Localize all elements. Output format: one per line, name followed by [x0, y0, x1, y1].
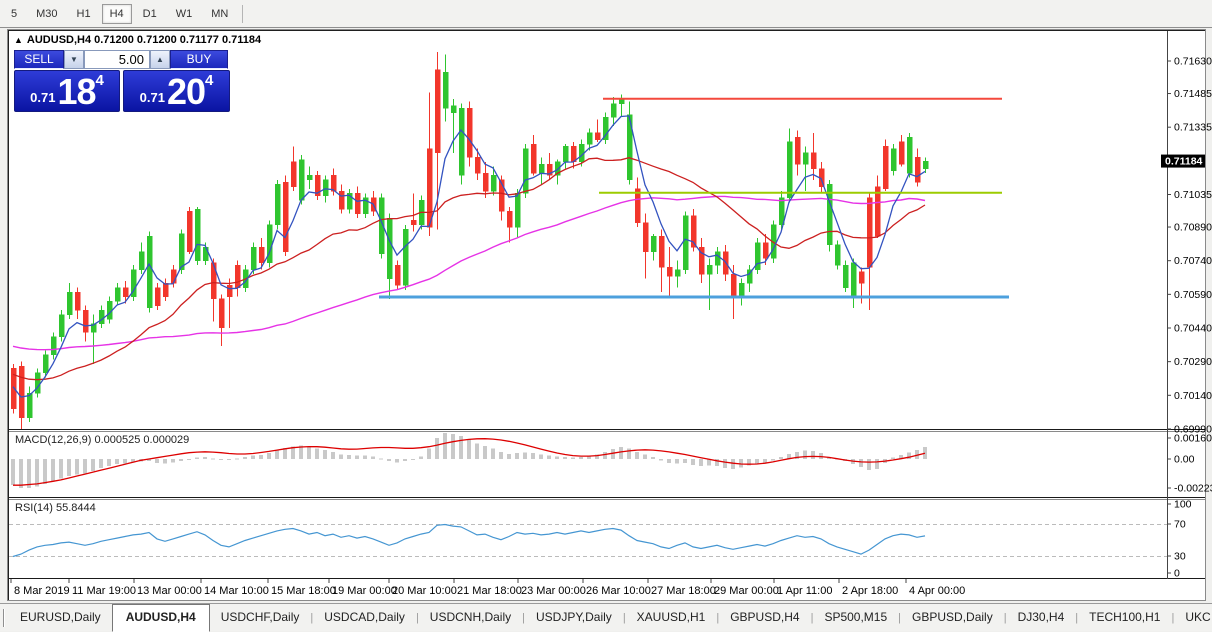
svg-text:26 Mar 10:00: 26 Mar 10:00	[586, 585, 651, 597]
tabbar-grip	[3, 609, 5, 627]
svg-text:2 Apr 18:00: 2 Apr 18:00	[842, 585, 898, 597]
svg-text:0.71485: 0.71485	[1174, 88, 1212, 100]
svg-text:0.00: 0.00	[1174, 454, 1195, 466]
tab-audusd-h4[interactable]: AUDUSD,H4	[111, 604, 210, 632]
tab-ukc[interactable]: UKC	[1174, 605, 1212, 631]
timeframe-h4[interactable]: H4	[101, 3, 132, 24]
volume-decrease-button[interactable]: ▼	[64, 50, 84, 69]
svg-text:14 Mar 10:00: 14 Mar 10:00	[204, 585, 269, 597]
buy-price-big: 20	[166, 71, 206, 112]
timeframe-m30[interactable]: M30	[28, 4, 65, 24]
svg-text:13 Mar 00:00: 13 Mar 00:00	[137, 585, 202, 597]
svg-text:0.70140: 0.70140	[1174, 390, 1212, 402]
svg-text:27 Mar 18:00: 27 Mar 18:00	[651, 585, 716, 597]
symbol-tab-bar: EURUSD,Daily AUDUSD,H4 USDCHF,Daily | USDCAD…	[0, 603, 1212, 632]
price-chart[interactable]: 0.71630 0.71485 0.71335 0.71035 0.70890 0.707…	[9, 31, 1212, 600]
buy-button[interactable]: BUY	[170, 50, 228, 69]
svg-text:0.001605: 0.001605	[1174, 433, 1212, 445]
tab-gbpusd-daily[interactable]: GBPUSD,Daily	[901, 605, 1004, 631]
svg-text:0.70740: 0.70740	[1174, 255, 1212, 267]
buy-price-pipette: 4	[205, 72, 214, 89]
timeframe-toolbar: 5 M30 H1 H4 D1 W1 MN	[0, 0, 1212, 28]
sell-price[interactable]: 0.71 18 4	[14, 70, 120, 112]
tab-usdjpy-daily[interactable]: USDJPY,Daily	[525, 605, 623, 631]
tab-usdcnh-daily[interactable]: USDCNH,Daily	[419, 605, 522, 631]
svg-text:70: 70	[1174, 519, 1186, 531]
svg-text:30: 30	[1174, 551, 1186, 563]
svg-text:0.71630: 0.71630	[1174, 56, 1212, 68]
tab-eurusd-daily[interactable]: EURUSD,Daily	[9, 605, 112, 631]
svg-text:15 Mar 18:00: 15 Mar 18:00	[271, 585, 336, 597]
svg-text:0.70290: 0.70290	[1174, 356, 1212, 368]
svg-text:21 Mar 18:00: 21 Mar 18:00	[457, 585, 522, 597]
timeframe-h1[interactable]: H1	[69, 4, 99, 24]
tab-gbpusd-h4[interactable]: GBPUSD,H4	[719, 605, 810, 631]
timeframe-w1[interactable]: W1	[168, 4, 201, 24]
svg-text:-0.002235: -0.002235	[1174, 483, 1212, 495]
sell-price-prefix: 0.71	[30, 90, 56, 105]
chart-symbol: AUDUSD,H4	[26, 34, 92, 46]
chart-window[interactable]: 0.71630 0.71485 0.71335 0.71035 0.70890 0.707…	[7, 29, 1212, 601]
svg-text:11 Mar 19:00: 11 Mar 19:00	[72, 585, 136, 597]
sell-button[interactable]: SELL	[14, 50, 64, 69]
tab-dj30-h4[interactable]: DJ30,H4	[1007, 605, 1076, 631]
svg-text:0.70590: 0.70590	[1174, 289, 1212, 301]
timeframe-mn[interactable]: MN	[203, 4, 236, 24]
timeframe-5[interactable]: 5	[3, 4, 25, 24]
sell-price-pipette: 4	[95, 72, 104, 89]
svg-text:100: 100	[1174, 499, 1192, 511]
svg-text:23 Mar 00:00: 23 Mar 00:00	[521, 585, 586, 597]
svg-text:0: 0	[1174, 568, 1180, 580]
svg-text:29 Mar 00:00: 29 Mar 00:00	[714, 585, 779, 597]
one-click-trade-widget: SELL ▼ 5.00 ▲ BUY 0.71 18 4 0.71 20 4	[14, 50, 230, 112]
chart-title: ▲ AUDUSD,H4 0.71200 0.71200 0.71177 0.7118…	[14, 34, 264, 46]
buy-price-prefix: 0.71	[139, 90, 165, 105]
svg-text:0.70890: 0.70890	[1174, 222, 1212, 234]
buy-price[interactable]: 0.71 20 4	[123, 70, 230, 112]
tab-tech100-h1[interactable]: TECH100,H1	[1078, 605, 1171, 631]
tab-usdcad-daily[interactable]: USDCAD,Daily	[313, 605, 416, 631]
svg-text:19 Mar 00:00: 19 Mar 00:00	[332, 585, 397, 597]
svg-text:0.71184: 0.71184	[1165, 156, 1203, 168]
svg-text:20 Mar 10:00: 20 Mar 10:00	[392, 585, 457, 597]
svg-text:0.70440: 0.70440	[1174, 322, 1212, 334]
tab-sp500-m15[interactable]: SP500,M15	[813, 605, 898, 631]
chart-ohlc: 0.71200 0.71200 0.71177 0.71184	[94, 34, 262, 46]
svg-text:0.71035: 0.71035	[1174, 189, 1212, 201]
timeframe-d1[interactable]: D1	[135, 4, 165, 24]
svg-text:1 Apr 11:00: 1 Apr 11:00	[777, 585, 832, 597]
svg-text:8 Mar 2019: 8 Mar 2019	[14, 585, 70, 597]
volume-input[interactable]: 5.00	[84, 50, 150, 69]
tab-usdchf-daily[interactable]: USDCHF,Daily	[210, 605, 311, 631]
sell-price-big: 18	[57, 71, 96, 112]
tab-xauusd-h1[interactable]: XAUUSD,H1	[626, 605, 717, 631]
svg-text:0.71335: 0.71335	[1174, 122, 1212, 134]
collapse-arrow-icon[interactable]: ▲	[14, 35, 23, 45]
toolbar-separator	[242, 4, 244, 23]
svg-text:4 Apr 00:00: 4 Apr 00:00	[909, 585, 965, 597]
volume-increase-button[interactable]: ▲	[150, 50, 170, 69]
